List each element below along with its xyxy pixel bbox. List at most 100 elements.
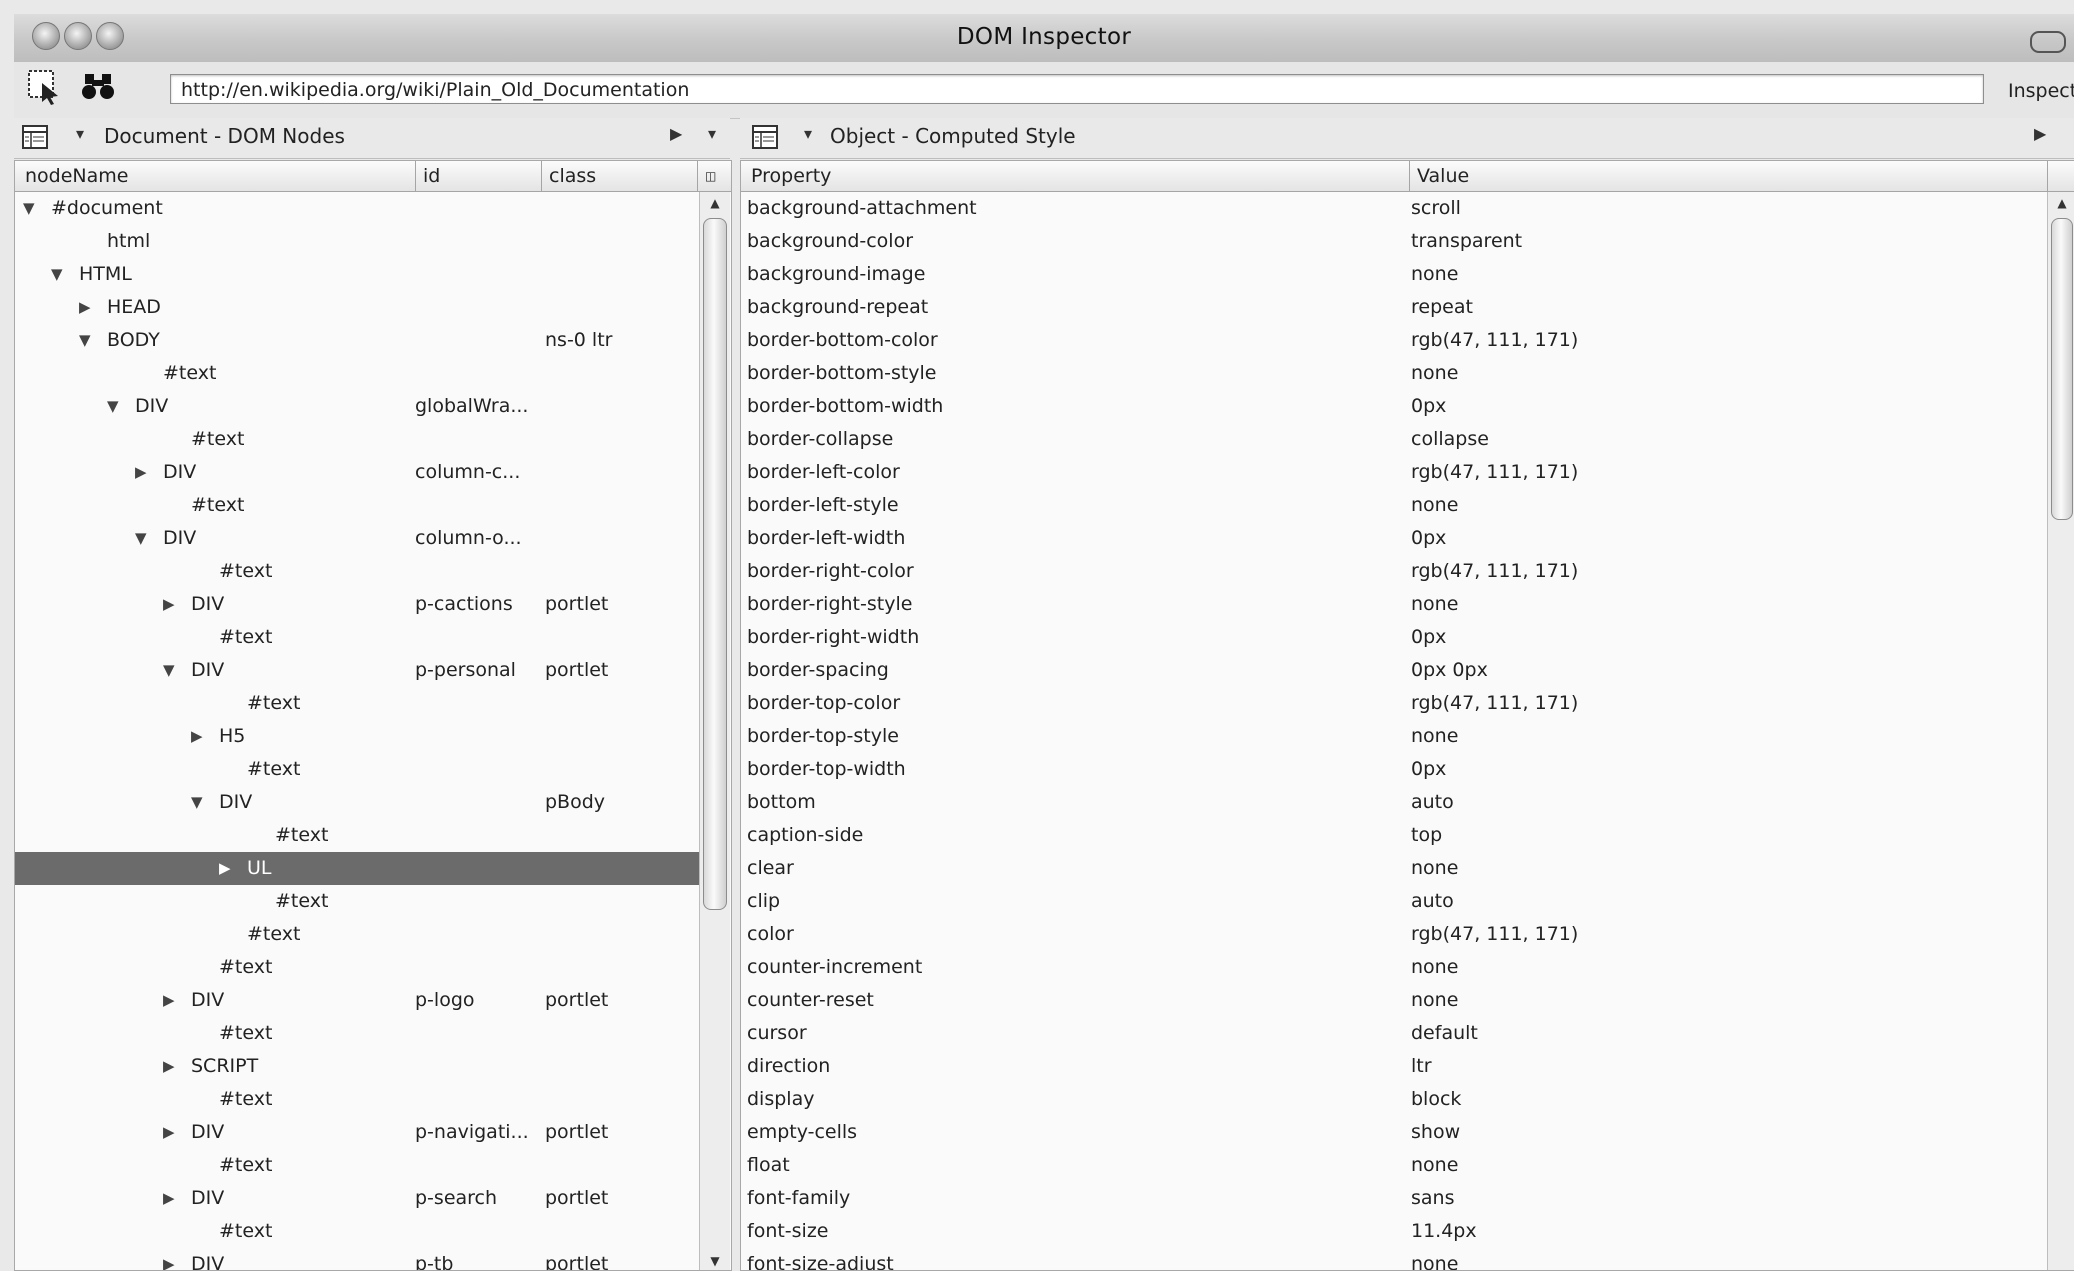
expand-twisty-icon[interactable]: ▶ bbox=[219, 852, 231, 885]
expand-twisty-icon[interactable]: ▶ bbox=[191, 720, 203, 753]
style-row[interactable]: border-top-style none bbox=[741, 720, 2045, 753]
style-row[interactable]: border-left-width 0px bbox=[741, 522, 2045, 555]
tree-row[interactable]: ▼ HTML bbox=[15, 258, 699, 291]
column-header-class[interactable]: class bbox=[549, 165, 596, 187]
tree-row[interactable]: #text bbox=[15, 951, 699, 984]
inspect-button[interactable]: Inspect bbox=[2008, 80, 2074, 102]
viewer-dropdown-icon[interactable]: ▾ bbox=[76, 124, 84, 143]
style-row[interactable]: counter-reset none bbox=[741, 984, 2045, 1017]
style-row[interactable]: caption-side top bbox=[741, 819, 2045, 852]
tree-row[interactable]: ▶ DIV p-tb portlet bbox=[15, 1248, 699, 1270]
collapse-twisty-icon[interactable]: ▼ bbox=[51, 258, 63, 291]
style-row[interactable]: border-right-style none bbox=[741, 588, 2045, 621]
tree-row[interactable]: #text bbox=[15, 1017, 699, 1050]
tree-row[interactable]: ▼ DIV pBody bbox=[15, 786, 699, 819]
style-table-scrollbar[interactable]: ▲ bbox=[2047, 192, 2074, 1270]
scroll-up-icon[interactable]: ▲ bbox=[2048, 196, 2074, 210]
toolbar-toggle-button[interactable] bbox=[2030, 31, 2066, 53]
tree-row[interactable]: ▶ H5 bbox=[15, 720, 699, 753]
tree-row[interactable]: ▼ DIV globalWra... bbox=[15, 390, 699, 423]
expand-twisty-icon[interactable]: ▶ bbox=[163, 1050, 175, 1083]
tree-row[interactable]: #text bbox=[15, 1083, 699, 1116]
binoculars-icon[interactable] bbox=[80, 68, 116, 106]
tree-row[interactable]: #text bbox=[15, 357, 699, 390]
dom-nodes-tree[interactable]: nodeName id class ◫ ▼ #document html ▼ HTML ▶… bbox=[14, 160, 732, 1271]
style-row[interactable]: border-right-color rgb(47, 111, 171) bbox=[741, 555, 2045, 588]
expand-twisty-icon[interactable]: ▶ bbox=[163, 1248, 175, 1270]
style-row[interactable]: border-bottom-color rgb(47, 111, 171) bbox=[741, 324, 2045, 357]
tree-row[interactable]: ▼ BODY ns-0 ltr bbox=[15, 324, 699, 357]
panel-forward-icon[interactable]: ▶ bbox=[2034, 124, 2046, 143]
style-row[interactable]: empty-cells show bbox=[741, 1116, 2045, 1149]
tree-row[interactable]: ▼ DIV column-o... bbox=[15, 522, 699, 555]
style-row[interactable]: counter-increment none bbox=[741, 951, 2045, 984]
tree-row[interactable]: ▶ UL bbox=[15, 852, 699, 885]
url-field[interactable]: http://en.wikipedia.org/wiki/Plain_Old_D… bbox=[170, 74, 1984, 104]
style-row[interactable]: background-repeat repeat bbox=[741, 291, 2045, 324]
tree-row[interactable]: ▶ DIV p-search portlet bbox=[15, 1182, 699, 1215]
style-row[interactable]: border-collapse collapse bbox=[741, 423, 2045, 456]
dom-tree-scrollbar[interactable]: ▲ ▼ bbox=[699, 192, 730, 1270]
tree-row[interactable]: ▼ #document bbox=[15, 192, 699, 225]
tree-row[interactable]: html bbox=[15, 225, 699, 258]
collapse-twisty-icon[interactable]: ▼ bbox=[23, 192, 35, 225]
scroll-up-icon[interactable]: ▲ bbox=[700, 196, 730, 210]
style-row[interactable]: border-bottom-width 0px bbox=[741, 390, 2045, 423]
expand-twisty-icon[interactable]: ▶ bbox=[135, 456, 147, 489]
panel-menu-icon[interactable]: ▾ bbox=[708, 124, 716, 143]
tree-row[interactable]: #text bbox=[15, 885, 699, 918]
collapse-twisty-icon[interactable]: ▼ bbox=[191, 786, 203, 819]
tree-row[interactable]: #text bbox=[15, 819, 699, 852]
expand-twisty-icon[interactable]: ▶ bbox=[163, 588, 175, 621]
panel-viewer-icon[interactable] bbox=[752, 125, 778, 149]
style-row[interactable]: border-top-width 0px bbox=[741, 753, 2045, 786]
style-row[interactable]: font-family sans bbox=[741, 1182, 2045, 1215]
style-row[interactable]: display block bbox=[741, 1083, 2045, 1116]
tree-row[interactable]: ▼ DIV p-personal portlet bbox=[15, 654, 699, 687]
style-row[interactable]: font-size-adjust none bbox=[741, 1248, 2045, 1270]
tree-row[interactable]: ▶ DIV p-cactions portlet bbox=[15, 588, 699, 621]
tree-row[interactable]: ▶ HEAD bbox=[15, 291, 699, 324]
style-row[interactable]: direction ltr bbox=[741, 1050, 2045, 1083]
style-row[interactable]: background-image none bbox=[741, 258, 2045, 291]
tree-row[interactable]: ▶ DIV p-logo portlet bbox=[15, 984, 699, 1017]
style-row[interactable]: float none bbox=[741, 1149, 2045, 1182]
collapse-twisty-icon[interactable]: ▼ bbox=[135, 522, 147, 555]
tree-row[interactable]: ▶ DIV p-navigati... portlet bbox=[15, 1116, 699, 1149]
expand-twisty-icon[interactable]: ▶ bbox=[163, 1182, 175, 1215]
expand-twisty-icon[interactable]: ▶ bbox=[163, 984, 175, 1017]
tree-row[interactable]: #text bbox=[15, 1215, 699, 1248]
scrollbar-thumb[interactable] bbox=[703, 218, 727, 910]
scroll-down-icon[interactable]: ▼ bbox=[700, 1254, 730, 1268]
style-row[interactable]: cursor default bbox=[741, 1017, 2045, 1050]
panel-forward-icon[interactable]: ▶ bbox=[670, 124, 682, 143]
tree-row[interactable]: #text bbox=[15, 753, 699, 786]
style-row[interactable]: font-size 11.4px bbox=[741, 1215, 2045, 1248]
column-header-property[interactable]: Property bbox=[751, 165, 831, 187]
style-row[interactable]: border-right-width 0px bbox=[741, 621, 2045, 654]
panel-viewer-icon[interactable] bbox=[22, 125, 48, 149]
column-header-nodename[interactable]: nodeName bbox=[25, 165, 128, 187]
style-row[interactable]: clip auto bbox=[741, 885, 2045, 918]
viewer-dropdown-icon[interactable]: ▾ bbox=[804, 124, 812, 143]
tree-row[interactable]: #text bbox=[15, 1149, 699, 1182]
tree-row[interactable]: ▶ DIV column-c... bbox=[15, 456, 699, 489]
style-row[interactable]: background-color transparent bbox=[741, 225, 2045, 258]
expand-twisty-icon[interactable]: ▶ bbox=[79, 291, 91, 324]
tree-row[interactable]: #text bbox=[15, 621, 699, 654]
style-row[interactable]: border-bottom-style none bbox=[741, 357, 2045, 390]
tree-row[interactable]: #text bbox=[15, 423, 699, 456]
collapse-twisty-icon[interactable]: ▼ bbox=[107, 390, 119, 423]
select-node-icon[interactable] bbox=[26, 68, 62, 106]
style-row[interactable]: border-top-color rgb(47, 111, 171) bbox=[741, 687, 2045, 720]
collapse-twisty-icon[interactable]: ▼ bbox=[79, 324, 91, 357]
column-picker-icon[interactable]: ◫ bbox=[705, 169, 716, 183]
style-row[interactable]: border-left-color rgb(47, 111, 171) bbox=[741, 456, 2045, 489]
tree-row[interactable]: #text bbox=[15, 687, 699, 720]
style-row[interactable]: color rgb(47, 111, 171) bbox=[741, 918, 2045, 951]
collapse-twisty-icon[interactable]: ▼ bbox=[163, 654, 175, 687]
tree-row[interactable]: ▶ SCRIPT bbox=[15, 1050, 699, 1083]
tree-row[interactable]: #text bbox=[15, 489, 699, 522]
tree-row[interactable]: #text bbox=[15, 555, 699, 588]
computed-style-table[interactable]: Property Value background-attachment scro… bbox=[740, 160, 2074, 1271]
